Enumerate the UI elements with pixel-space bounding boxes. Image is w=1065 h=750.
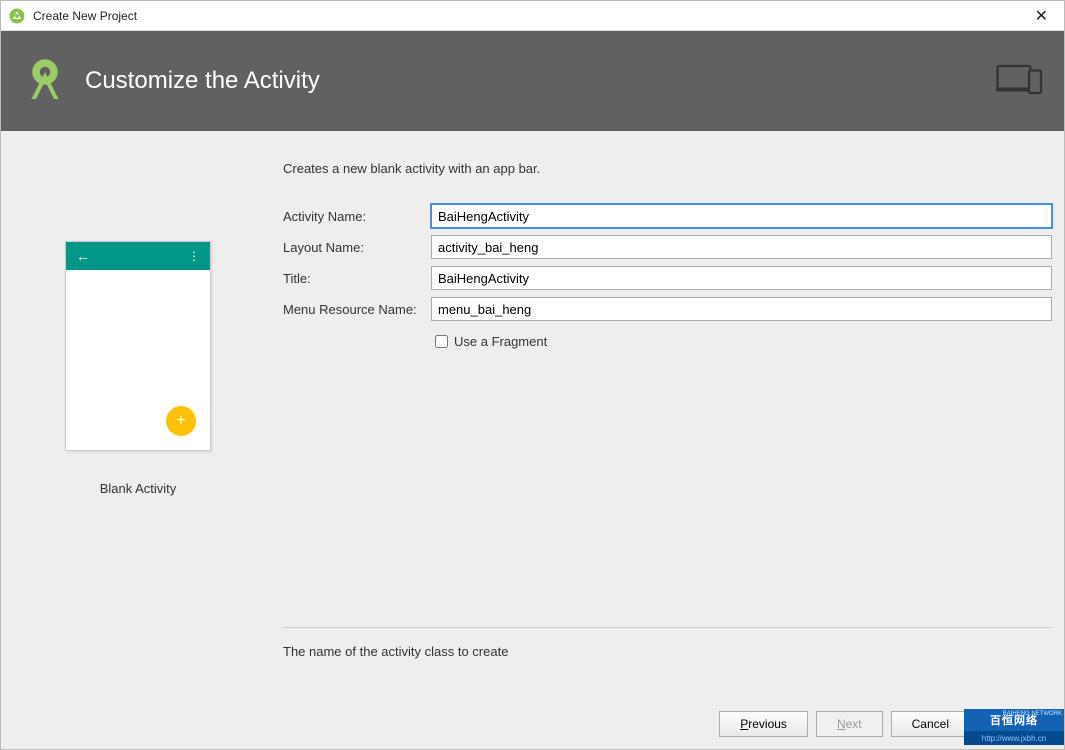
device-icon <box>996 63 1044 99</box>
watermark-url: http://www.jxbh.cn <box>964 731 1064 745</box>
preview-column: ← ⋮ + Blank Activity <box>13 161 263 749</box>
hint-text: The name of the activity class to create <box>283 644 1052 659</box>
titlebar: Create New Project ✕ <box>1 1 1064 31</box>
watermark: 百恒网络 BAIHENG NETWORK http://www.jxbh.cn <box>964 709 1064 749</box>
form-column: Creates a new blank activity with an app… <box>263 161 1052 749</box>
back-arrow-icon: ← <box>76 248 90 264</box>
description-text: Creates a new blank activity with an app… <box>283 161 1052 176</box>
title-row: Title: <box>283 266 1052 290</box>
watermark-sub: BAIHENG NETWORK <box>1003 711 1062 717</box>
watermark-top: 百恒网络 BAIHENG NETWORK <box>964 709 1064 731</box>
main-content: ← ⋮ + Blank Activity Creates a new blank… <box>1 131 1064 749</box>
activity-name-row: Activity Name: <box>283 204 1052 228</box>
use-fragment-checkbox[interactable] <box>435 335 448 348</box>
cancel-button[interactable]: Cancel <box>891 711 970 737</box>
dialog-window: Create New Project ✕ Customize the Activ… <box>0 0 1065 750</box>
fab-icon: + <box>166 406 196 436</box>
title-label: Title: <box>283 271 431 286</box>
layout-name-input[interactable] <box>431 235 1052 259</box>
preview-label: Blank Activity <box>100 481 177 496</box>
use-fragment-row: Use a Fragment <box>283 332 1052 351</box>
next-button: Next <box>816 711 883 737</box>
menu-resource-input[interactable] <box>431 297 1052 321</box>
header-title: Customize the Activity <box>85 67 996 95</box>
close-icon[interactable]: ✕ <box>1027 6 1056 26</box>
layout-name-label: Layout Name: <box>283 240 431 255</box>
previous-button[interactable]: Previous <box>719 711 808 737</box>
android-studio-logo-icon <box>21 57 69 105</box>
use-fragment-label: Use a Fragment <box>454 334 547 349</box>
preview-appbar: ← ⋮ <box>66 242 210 270</box>
menu-resource-label: Menu Resource Name: <box>283 302 431 317</box>
menu-resource-row: Menu Resource Name: <box>283 297 1052 321</box>
activity-name-label: Activity Name: <box>283 209 431 224</box>
layout-name-row: Layout Name: <box>283 235 1052 259</box>
activity-name-input[interactable] <box>431 204 1052 228</box>
overflow-menu-icon: ⋮ <box>188 253 200 259</box>
button-bar: Previous Next Cancel Finish <box>1 699 1064 749</box>
title-input[interactable] <box>431 266 1052 290</box>
activity-preview: ← ⋮ + <box>65 241 211 451</box>
wizard-header: Customize the Activity <box>1 31 1064 131</box>
app-icon <box>9 8 25 24</box>
hint-separator <box>283 627 1052 628</box>
window-title: Create New Project <box>33 9 137 23</box>
